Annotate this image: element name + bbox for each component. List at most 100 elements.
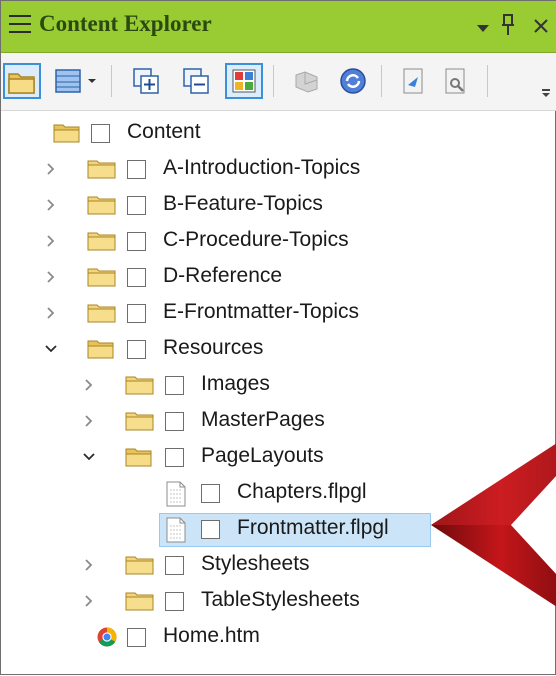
checkbox[interactable] <box>165 448 184 467</box>
toolbar-separator <box>487 65 488 97</box>
tree-node-label: MasterPages <box>201 408 325 431</box>
chevron-right-icon[interactable] <box>43 197 59 213</box>
tree-node-label: Chapters.flpgl <box>237 480 367 503</box>
chevron-right-icon[interactable] <box>81 413 97 429</box>
folder-icon <box>125 376 154 395</box>
bind-button-disabled[interactable] <box>291 63 323 99</box>
checkbox[interactable] <box>165 376 184 395</box>
chevron-right-icon[interactable] <box>43 269 59 285</box>
tree-node-label: B-Feature-Topics <box>163 192 323 215</box>
tree-node-label: E-Frontmatter-Topics <box>163 300 360 323</box>
tree-node-label: D-Reference <box>163 264 283 287</box>
folder-icon <box>87 196 116 215</box>
collapse-all-button[interactable] <box>181 63 213 99</box>
open-folder-icon <box>53 124 80 143</box>
checkbox[interactable] <box>127 160 146 179</box>
tree-node-label: TableStylesheets <box>201 588 360 611</box>
panel-title-bar: Content Explorer <box>1 1 556 53</box>
chevron-right-icon[interactable] <box>43 161 59 177</box>
folder-icon <box>87 232 116 251</box>
folder-icon <box>87 304 116 323</box>
panel-dropdown-arrow-icon[interactable] <box>477 25 489 32</box>
chevron-right-icon[interactable] <box>81 593 97 609</box>
checkbox[interactable] <box>165 592 184 611</box>
chevron-down-icon <box>88 79 96 83</box>
folder-icon <box>125 412 154 431</box>
checkbox[interactable] <box>201 484 220 503</box>
tree-node-b-feature-topics[interactable]: B-Feature-Topics <box>1 189 556 223</box>
chevron-down-icon[interactable] <box>81 449 97 465</box>
tree-node-resources[interactable]: Resources <box>1 333 556 367</box>
pin-icon[interactable] <box>501 13 515 37</box>
checkbox[interactable] <box>127 268 146 287</box>
toolbar-separator <box>273 65 274 97</box>
chevron-down-icon[interactable] <box>43 341 59 357</box>
tree-node-d-reference[interactable]: D-Reference <box>1 261 556 295</box>
content-explorer-panel: Content Explorer Content A-Introduction-… <box>0 0 556 675</box>
tree-node-images[interactable]: Images <box>1 369 556 403</box>
page-layout-file-icon <box>166 481 186 507</box>
settings-icon <box>445 68 465 94</box>
chevron-right-icon[interactable] <box>81 377 97 393</box>
folder-icon <box>87 160 116 179</box>
tree-node-label: PageLayouts <box>201 444 324 467</box>
tree-node-a-introduction-topics[interactable]: A-Introduction-Topics <box>1 153 556 187</box>
tree-node-label: Home.htm <box>163 624 260 647</box>
folder-icon <box>125 556 154 575</box>
tree-node-masterpages[interactable]: MasterPages <box>1 405 556 439</box>
toolbar <box>1 53 556 111</box>
folder-icon <box>87 268 116 287</box>
properties-button[interactable] <box>397 63 429 99</box>
panel-title: Content Explorer <box>39 11 212 36</box>
chevron-right-icon[interactable] <box>43 233 59 249</box>
open-folder-button[interactable] <box>3 63 41 99</box>
checkbox[interactable] <box>127 232 146 251</box>
toolbar-overflow-button[interactable] <box>542 89 550 99</box>
color-grid-button[interactable] <box>225 63 263 99</box>
tree-node-content[interactable]: Content <box>1 117 556 151</box>
checkbox[interactable] <box>91 124 110 143</box>
properties-icon <box>403 68 423 94</box>
callout-arrow-pointer <box>431 443 556 607</box>
tree-node-label: Stylesheets <box>201 552 310 575</box>
hamburger-menu-icon[interactable] <box>9 15 31 33</box>
color-grid-icon <box>232 69 256 93</box>
open-folder-icon <box>8 73 35 94</box>
folder-icon <box>125 592 154 611</box>
expand-all-icon <box>133 68 159 94</box>
checkbox[interactable] <box>127 304 146 323</box>
page-layout-file-icon <box>166 517 186 543</box>
checkbox[interactable] <box>165 412 184 431</box>
tree-node-label: Resources <box>163 336 264 359</box>
view-mode-icon <box>55 69 81 93</box>
expand-all-button[interactable] <box>131 63 163 99</box>
settings-button[interactable] <box>439 63 471 99</box>
checkbox[interactable] <box>127 196 146 215</box>
checkbox[interactable] <box>127 340 146 359</box>
toolbar-separator <box>381 65 382 97</box>
view-mode-button[interactable] <box>53 63 83 99</box>
tree-node-home-htm[interactable]: Home.htm <box>1 621 556 655</box>
checkbox[interactable] <box>165 556 184 575</box>
sync-button[interactable] <box>337 63 369 99</box>
checkbox[interactable] <box>201 520 220 539</box>
tree-node-label: Content <box>127 120 201 143</box>
tree-node-label: A-Introduction-Topics <box>163 156 361 179</box>
tree-node-c-procedure-topics[interactable]: C-Procedure-Topics <box>1 225 556 259</box>
checkbox[interactable] <box>127 628 146 647</box>
tree-node-label: Frontmatter.flpgl <box>237 516 389 539</box>
sync-icon <box>340 68 366 94</box>
view-mode-dropdown[interactable] <box>85 63 99 99</box>
chevron-right-icon[interactable] <box>81 557 97 573</box>
toolbar-separator <box>111 65 112 97</box>
chrome-html-icon <box>97 627 117 647</box>
tree-node-label: C-Procedure-Topics <box>163 228 349 251</box>
collapse-all-icon <box>183 68 209 94</box>
open-folder-icon <box>125 448 152 467</box>
tree-node-e-frontmatter-topics[interactable]: E-Frontmatter-Topics <box>1 297 556 331</box>
disabled-bind-icon <box>295 71 318 93</box>
close-icon[interactable] <box>531 11 556 41</box>
open-folder-icon <box>87 340 114 359</box>
chevron-right-icon[interactable] <box>43 305 59 321</box>
tree-node-label: Images <box>201 372 270 395</box>
